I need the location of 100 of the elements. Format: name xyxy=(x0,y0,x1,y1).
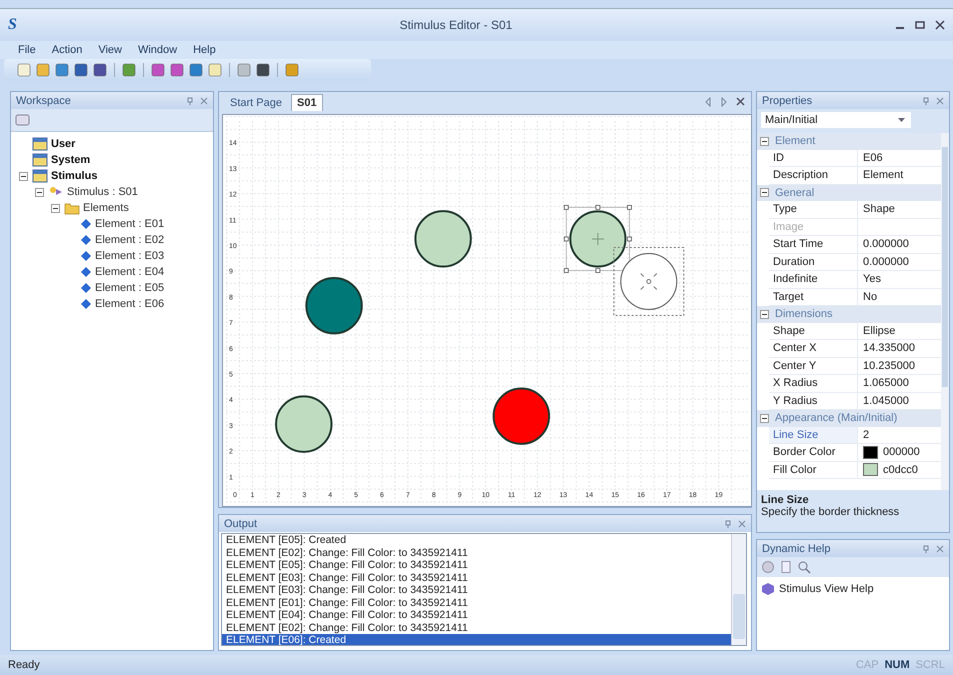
output-line[interactable]: ELEMENT [E01]: Change: Fill Color: to 3435921411 xyxy=(222,596,731,609)
property-name[interactable]: Start Time xyxy=(769,236,858,252)
app-logo: S xyxy=(8,16,17,34)
scroll-left-icon[interactable] xyxy=(704,96,712,107)
circle-shape[interactable] xyxy=(414,210,472,268)
property-name[interactable]: Duration xyxy=(769,254,858,270)
collapse-toggle[interactable] xyxy=(760,136,769,146)
output-line[interactable]: ELEMENT [E02]: Change: Fill Color: to 3435921411 xyxy=(222,546,731,559)
property-value[interactable]: 0.000000 xyxy=(863,238,909,250)
property-name[interactable]: Target xyxy=(769,288,858,305)
pin-icon[interactable] xyxy=(186,96,194,104)
tree-item[interactable]: System xyxy=(51,154,90,166)
tree-item[interactable]: Stimulus : S01 xyxy=(67,186,138,198)
property-value[interactable]: 14.335000 xyxy=(863,342,915,354)
output-line[interactable]: ELEMENT [E03]: Change: Fill Color: to 3435921411 xyxy=(222,584,731,596)
collapse-toggle[interactable] xyxy=(760,188,769,198)
document-tab[interactable]: Start Page xyxy=(225,94,287,111)
collapse-toggle[interactable] xyxy=(19,172,29,180)
close-icon[interactable] xyxy=(935,20,945,30)
category-label: Appearance (Main/Initial) xyxy=(775,412,898,424)
search-icon[interactable] xyxy=(797,560,811,574)
diamond-icon xyxy=(80,282,92,294)
circle-shape[interactable] xyxy=(275,395,332,453)
panel-title: Workspace xyxy=(16,94,71,106)
output-line[interactable]: ELEMENT [E03]: Change: Fill Color: to 3435921411 xyxy=(222,572,731,584)
property-value[interactable]: 0.000000 xyxy=(863,256,909,268)
close-icon[interactable] xyxy=(736,97,745,106)
menu-item[interactable]: View xyxy=(92,44,128,56)
tree-item[interactable]: Elements xyxy=(83,202,129,214)
object-dropdown[interactable]: Main/Initial xyxy=(761,112,911,128)
property-value[interactable]: Yes xyxy=(863,273,881,286)
collapse-toggle[interactable] xyxy=(760,414,769,423)
tree-item[interactable]: Element : E06 xyxy=(95,298,164,310)
property-value[interactable]: No xyxy=(863,290,878,303)
property-value[interactable]: c0dcc0 xyxy=(883,464,918,476)
tree-item[interactable]: Stimulus xyxy=(51,170,98,182)
property-value[interactable]: 1.045000 xyxy=(863,394,909,407)
diamond-icon xyxy=(80,250,92,262)
document-tab[interactable]: S01 xyxy=(290,94,323,111)
window-title: Stimulus Editor - S01 xyxy=(398,18,514,32)
description-text: Specify the border thickness xyxy=(761,506,900,518)
property-name[interactable]: Description xyxy=(769,167,858,184)
property-name[interactable]: Center Y xyxy=(769,358,858,374)
category-label: General xyxy=(775,186,814,199)
folder-icon xyxy=(64,201,80,215)
property-name[interactable]: Center X xyxy=(769,340,858,356)
menu-item[interactable]: Action xyxy=(46,44,88,56)
description-title: Line Size xyxy=(761,494,810,506)
tree-item[interactable]: Element : E01 xyxy=(95,218,164,230)
output-line[interactable]: ELEMENT [E05]: Created xyxy=(222,534,731,546)
menu-item[interactable]: Window xyxy=(132,44,184,56)
property-name[interactable]: Y Radius xyxy=(769,392,858,409)
database-icon xyxy=(32,137,48,151)
pin-icon[interactable] xyxy=(724,520,732,528)
maximize-icon[interactable] xyxy=(915,20,925,30)
diamond-icon xyxy=(80,234,92,246)
collapse-toggle[interactable] xyxy=(35,188,45,196)
pin-icon[interactable] xyxy=(922,96,930,104)
property-value[interactable]: E06 xyxy=(863,152,883,164)
tree-item[interactable]: Element : E05 xyxy=(95,282,164,294)
property-name[interactable]: Indefinite xyxy=(769,271,858,288)
output-line[interactable]: ELEMENT [E05]: Change: Fill Color: to 3435921411 xyxy=(222,559,731,572)
pin-icon[interactable] xyxy=(922,544,930,552)
property-value[interactable]: Shape xyxy=(863,203,895,216)
category-label: Dimensions xyxy=(775,308,832,320)
menu-item[interactable]: Help xyxy=(187,44,222,56)
circle-shape[interactable] xyxy=(569,210,626,268)
property-value[interactable]: 2 xyxy=(863,428,870,441)
tree-item[interactable]: Element : E04 xyxy=(95,266,164,278)
property-name[interactable]: X Radius xyxy=(769,375,858,392)
property-value[interactable]: Ellipse xyxy=(863,324,896,337)
property-name[interactable]: Type xyxy=(769,201,858,218)
property-value[interactable]: 10.235000 xyxy=(863,360,915,372)
output-line[interactable]: ELEMENT [E02]: Change: Fill Color: to 3435921411 xyxy=(222,622,731,634)
tree-item[interactable]: User xyxy=(51,138,76,150)
tree-item[interactable]: Element : E02 xyxy=(95,234,164,246)
collapse-toggle[interactable] xyxy=(760,310,769,319)
panel-title: Properties xyxy=(762,94,812,106)
property-name[interactable]: Line Size xyxy=(769,426,858,443)
help-link[interactable]: Stimulus View Help xyxy=(779,583,874,595)
property-name[interactable]: Fill Color xyxy=(769,462,858,478)
collapse-toggle[interactable] xyxy=(51,204,61,212)
panel-title: Dynamic Help xyxy=(762,542,830,554)
output-line[interactable]: ELEMENT [E04]: Change: Fill Color: to 3435921411 xyxy=(222,609,731,622)
key-indicator: NUM xyxy=(884,659,910,671)
tree-item[interactable]: Element : E03 xyxy=(95,250,164,262)
property-value[interactable]: Element xyxy=(863,169,904,182)
category-label: Element xyxy=(775,135,816,148)
scroll-right-icon[interactable] xyxy=(720,96,728,107)
selection-handles[interactable] xyxy=(564,204,632,273)
scrollbar[interactable] xyxy=(731,534,746,645)
property-name[interactable]: Border Color xyxy=(769,444,858,460)
scrollbar[interactable] xyxy=(941,133,949,490)
menu-item[interactable]: File xyxy=(12,44,42,56)
circle-shape[interactable] xyxy=(492,387,550,445)
property-name[interactable]: ID xyxy=(769,150,858,166)
property-value[interactable]: 1.065000 xyxy=(863,377,909,390)
circle-shape[interactable] xyxy=(305,276,363,334)
property-value[interactable]: 000000 xyxy=(883,446,920,458)
property-name[interactable]: Shape xyxy=(769,322,858,339)
